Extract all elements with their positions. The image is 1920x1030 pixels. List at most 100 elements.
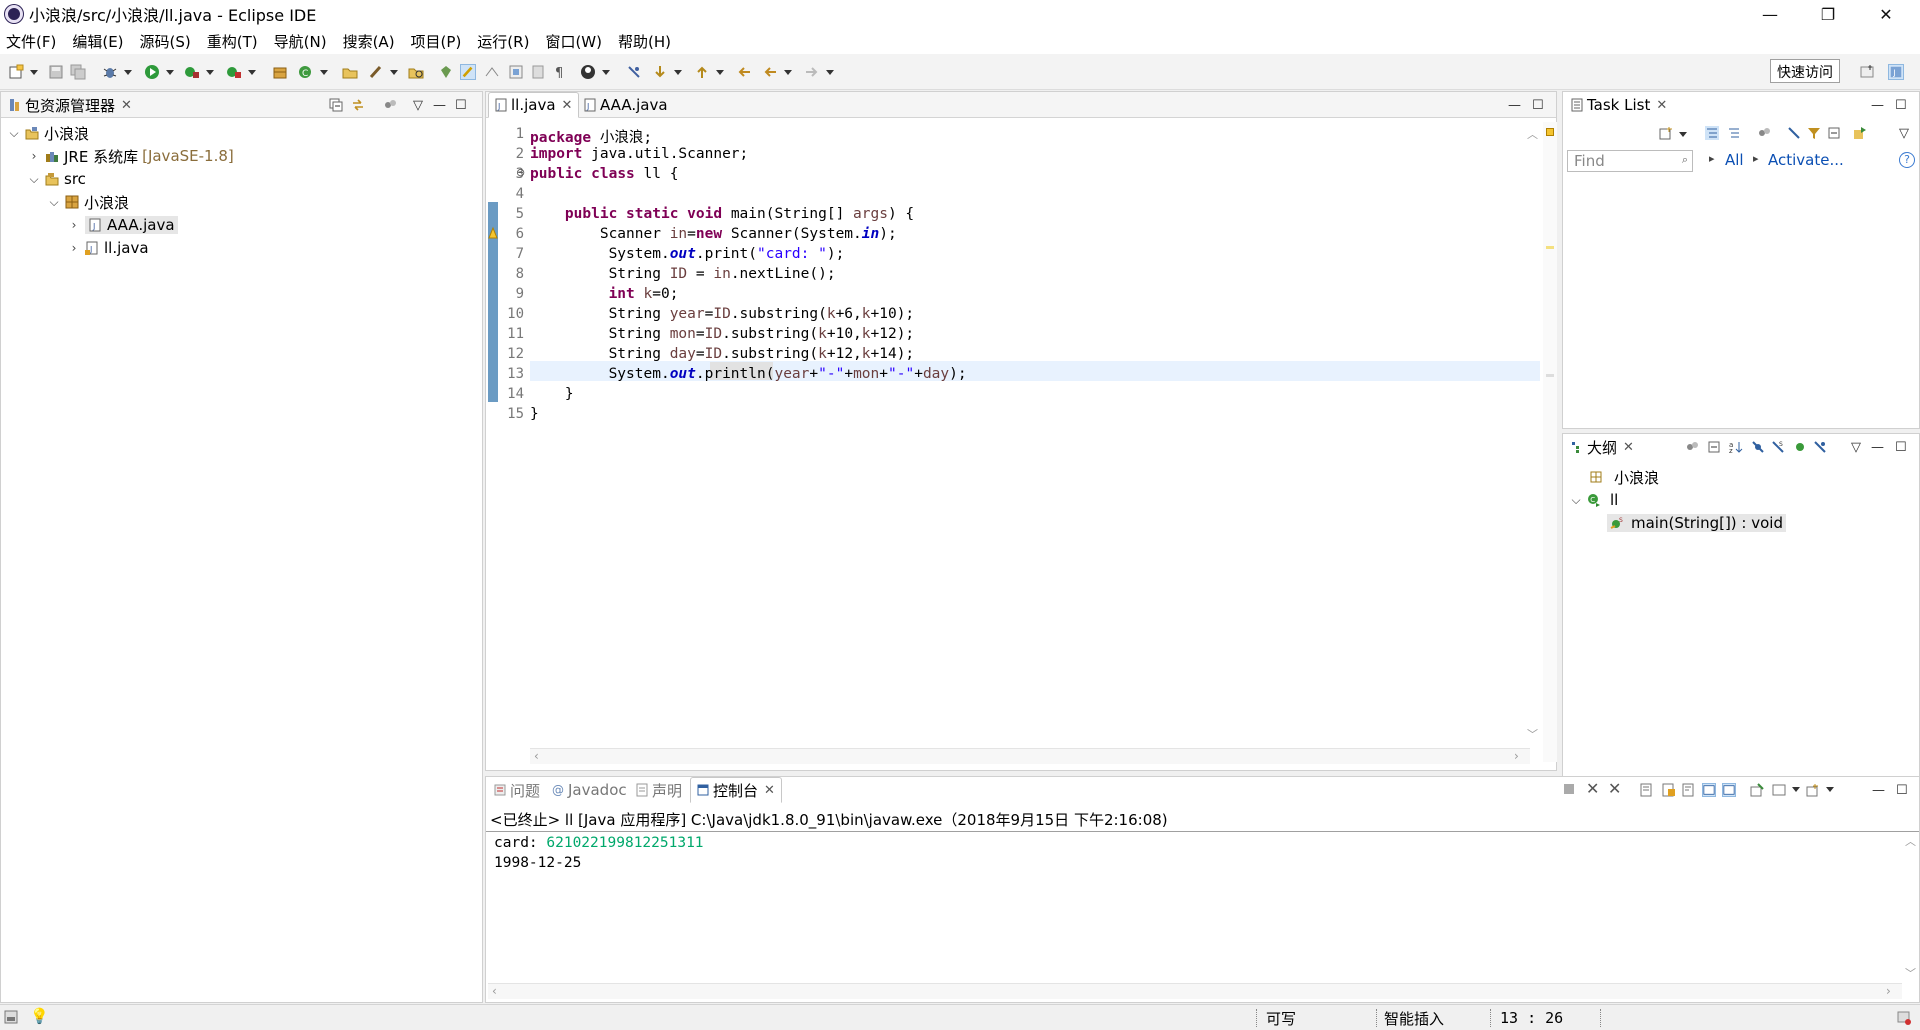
prev-annotation-icon[interactable] xyxy=(694,64,710,80)
focus-active-task-icon[interactable] xyxy=(1685,440,1699,454)
code-line[interactable]: Scanner in=new Scanner(System.in); xyxy=(530,226,897,242)
code-line[interactable]: import java.util.Scanner; xyxy=(530,146,748,162)
menu-project[interactable]: 项目(P) xyxy=(411,31,462,52)
scroll-right-icon[interactable]: › xyxy=(1514,749,1519,763)
tab-problems[interactable]: 问题 xyxy=(488,777,546,803)
menu-search[interactable]: 搜索(A) xyxy=(343,31,395,52)
toggle-annotation-icon[interactable] xyxy=(438,64,454,80)
display-console-icon[interactable] xyxy=(1772,783,1786,797)
open-perspective-icon[interactable] xyxy=(1860,64,1876,80)
coverage-dropdown-icon[interactable] xyxy=(206,70,214,75)
horizontal-scrollbar[interactable]: ‹ › xyxy=(530,748,1530,764)
perspective-dropdown-icon[interactable] xyxy=(602,70,610,75)
tab-package-explorer[interactable]: 包资源管理器 ✕ xyxy=(3,92,138,118)
coverage-icon[interactable] xyxy=(184,64,200,80)
code-line[interactable]: System.out.println(year+"-"+mon+"-"+day)… xyxy=(530,366,967,382)
search-icon[interactable]: ⌕ xyxy=(1682,153,1688,167)
open-console-icon[interactable] xyxy=(1806,783,1820,797)
scroll-down-icon[interactable]: ﹀ xyxy=(1905,965,1916,981)
view-menu-icon[interactable]: ▽ xyxy=(1851,440,1861,455)
code-line[interactable]: System.out.print("card: "); xyxy=(530,246,845,262)
save-icon[interactable] xyxy=(48,64,64,80)
debug-dropdown-icon[interactable] xyxy=(124,70,132,75)
code-line[interactable]: String ID = in.nextLine(); xyxy=(530,266,836,282)
block-selection-icon[interactable] xyxy=(508,64,524,80)
last-edit-icon[interactable] xyxy=(736,64,752,80)
collapse-all-icon[interactable] xyxy=(1827,126,1841,140)
new-dropdown-icon[interactable] xyxy=(30,70,38,75)
collapse-all-icon[interactable] xyxy=(329,98,343,112)
external-tools-icon[interactable] xyxy=(226,64,242,80)
vertical-scrollbar[interactable]: ︿ ﹀ xyxy=(1526,126,1540,742)
quick-access-field[interactable]: 快速访问 xyxy=(1770,59,1840,83)
forward-icon[interactable] xyxy=(804,64,820,80)
focus-active-task-icon[interactable] xyxy=(383,98,397,112)
tab-javadoc[interactable]: @ Javadoc xyxy=(546,777,633,803)
save-all-icon[interactable] xyxy=(70,64,86,80)
tree-item-jre-library[interactable]: › JRE 系统库 [JavaSE-1.8] xyxy=(27,145,234,167)
show-on-stderr-icon[interactable] xyxy=(1722,783,1736,797)
lightbulb-icon[interactable]: 💡 xyxy=(30,1007,49,1025)
menu-navigate[interactable]: 导航(N) xyxy=(274,31,327,52)
fold-toggle-icon[interactable]: ⊖ xyxy=(516,166,525,179)
chevron-right-icon[interactable]: › xyxy=(27,149,41,163)
overview-warning-icon[interactable] xyxy=(1546,128,1554,136)
breadcrumb-icon[interactable] xyxy=(484,64,500,80)
hide-non-public-icon[interactable] xyxy=(1793,440,1807,454)
open-task-icon[interactable] xyxy=(368,64,384,80)
tab-ll-java[interactable]: J ll.java ✕ xyxy=(488,92,580,118)
menu-run[interactable]: 运行(R) xyxy=(477,31,529,52)
link-with-editor-icon[interactable] xyxy=(351,98,365,112)
skip-breakpoints-icon[interactable] xyxy=(626,64,642,80)
pin-console-icon[interactable] xyxy=(1750,783,1764,797)
help-icon[interactable]: ? xyxy=(1899,152,1915,168)
new-icon[interactable] xyxy=(8,64,24,80)
fast-view-icon[interactable] xyxy=(4,1010,18,1024)
close-icon[interactable]: ✕ xyxy=(1623,440,1634,455)
search-icon[interactable] xyxy=(408,64,424,80)
menu-file[interactable]: 文件(F) xyxy=(6,31,56,52)
tree-item-project[interactable]: ⌵ 小浪浪 xyxy=(7,122,89,144)
notification-icon[interactable] xyxy=(1896,1010,1912,1026)
tab-declaration[interactable]: 声明 xyxy=(630,777,688,803)
chevron-down-icon[interactable]: ⌵ xyxy=(1569,493,1583,508)
console-vertical-scrollbar[interactable]: ︿ ﹀ xyxy=(1904,833,1918,983)
scroll-lock-icon[interactable] xyxy=(1662,783,1676,797)
code-line[interactable]: package 小浪浪; xyxy=(530,126,652,147)
new-class-dropdown-icon[interactable] xyxy=(320,70,328,75)
chevron-down-icon[interactable]: ⌵ xyxy=(7,126,21,141)
close-icon[interactable]: ✕ xyxy=(1656,98,1667,113)
minimize-view-icon[interactable]: — xyxy=(1508,98,1521,113)
scroll-left-icon[interactable]: ‹ xyxy=(534,749,539,763)
show-on-stdout-icon[interactable] xyxy=(1702,783,1716,797)
categorized-icon[interactable] xyxy=(1705,126,1719,140)
menu-source[interactable]: 源码(S) xyxy=(140,31,191,52)
tab-outline[interactable]: 大纲 ✕ xyxy=(1565,434,1640,460)
new-class-icon[interactable]: C xyxy=(298,64,314,80)
code-line[interactable]: String day=ID.substring(k+12,k+14); xyxy=(530,346,915,362)
scroll-up-icon[interactable]: ︿ xyxy=(1527,126,1538,142)
tree-item-ll-java[interactable]: › J ll.java xyxy=(67,237,149,259)
task-find-input[interactable]: Find ⌕ xyxy=(1567,150,1693,172)
hide-tasks-icon[interactable] xyxy=(1787,126,1801,140)
next-annotation-icon[interactable] xyxy=(652,64,668,80)
view-menu-icon[interactable]: ▽ xyxy=(413,98,423,113)
scroll-down-icon[interactable]: ﹀ xyxy=(1527,726,1538,742)
outline-item-class[interactable]: ⌵ C ll xyxy=(1569,489,1618,511)
word-wrap-icon[interactable] xyxy=(530,64,546,80)
tree-item-src[interactable]: ⌵ src xyxy=(27,168,85,190)
menu-edit[interactable]: 编辑(E) xyxy=(72,31,123,52)
code-line[interactable]: public class ll { xyxy=(530,166,678,182)
all-link[interactable]: All xyxy=(1725,151,1744,169)
code-area[interactable]: package 小浪浪; import java.util.Scanner; pub… xyxy=(530,126,1530,426)
code-line[interactable]: int k=0; xyxy=(530,286,679,302)
hide-fields-icon[interactable] xyxy=(1751,440,1765,454)
maximize-view-icon[interactable]: ☐ xyxy=(1895,440,1907,455)
maximize-view-icon[interactable]: ☐ xyxy=(1532,98,1544,113)
hide-local-types-icon[interactable] xyxy=(1813,440,1827,454)
activate-link[interactable]: Activate... xyxy=(1768,151,1844,169)
new-package-icon[interactable] xyxy=(272,64,288,80)
hide-static-icon[interactable]: S xyxy=(1771,440,1785,454)
maximize-view-icon[interactable]: ☐ xyxy=(1895,98,1907,113)
perspective-debug-icon[interactable] xyxy=(580,64,596,80)
